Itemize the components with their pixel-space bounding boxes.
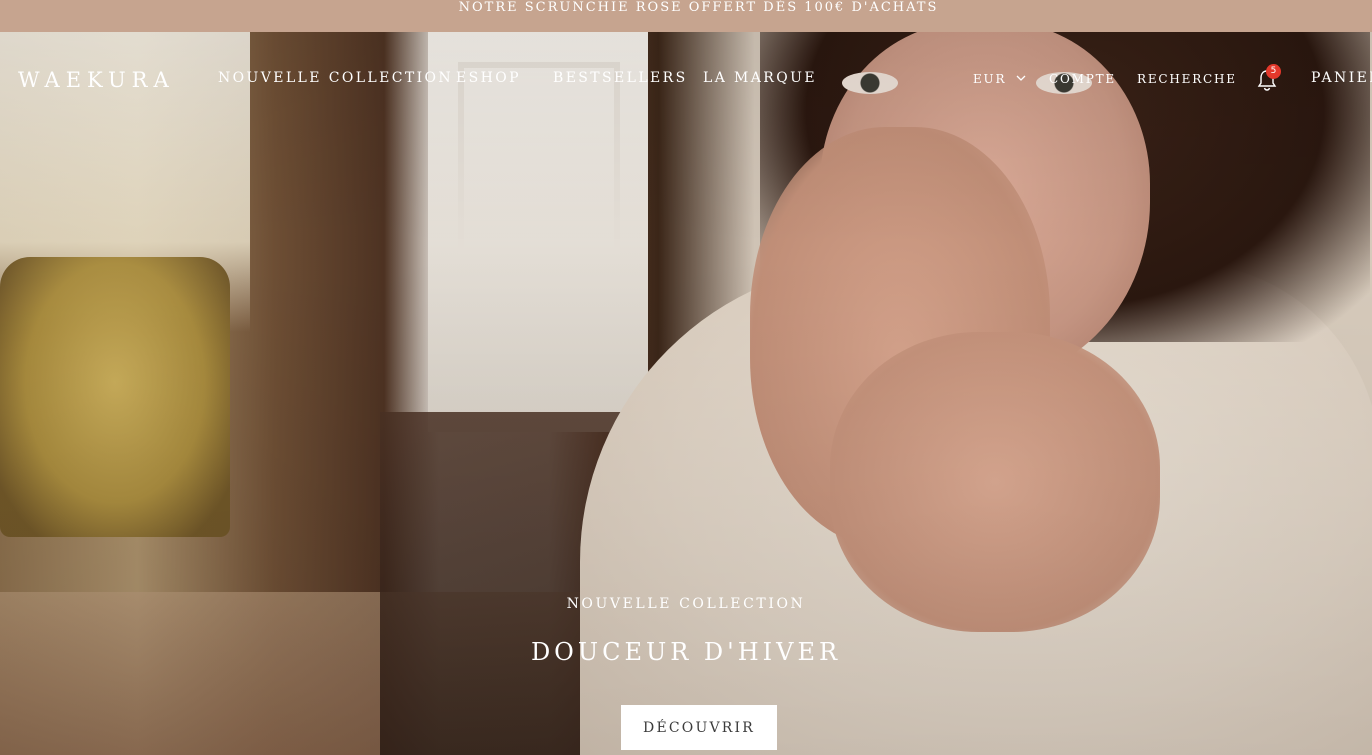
currency-selector[interactable]: EUR [973,72,1026,86]
nav-nouvelle-collection[interactable]: NOUVELLE COLLECTION [218,70,453,86]
announcement-bar: NOTRE SCRUNCHIE ROSE OFFERT DÈS 100€ D'A… [0,0,1372,32]
nav-la-marque[interactable]: LA MARQUE [703,70,817,86]
chevron-down-icon [1016,74,1026,85]
account-link[interactable]: COMPTE [1049,72,1116,86]
hero-headline: DOUCEUR D'HIVER [530,638,842,666]
search-link[interactable]: RECHERCHE [1137,72,1237,86]
announcement-text: NOTRE SCRUNCHIE ROSE OFFERT DÈS 100€ D'A… [458,0,939,15]
currency-label: EUR [973,72,1007,86]
nav-eshop[interactable]: ESHOP [456,70,521,86]
cart-link[interactable]: PANIER [1311,70,1372,86]
brand-logo[interactable]: WAEKURA [18,68,175,92]
main-header: WAEKURA NOUVELLE COLLECTION ESHOP BESTSE… [0,32,1372,128]
hero-eyebrow: NOUVELLE COLLECTION [566,596,806,612]
notification-badge: 5 [1266,64,1281,79]
nav-bestsellers[interactable]: BESTSELLERS [553,70,688,86]
discover-button[interactable]: DÉCOUVRIR [621,705,777,750]
